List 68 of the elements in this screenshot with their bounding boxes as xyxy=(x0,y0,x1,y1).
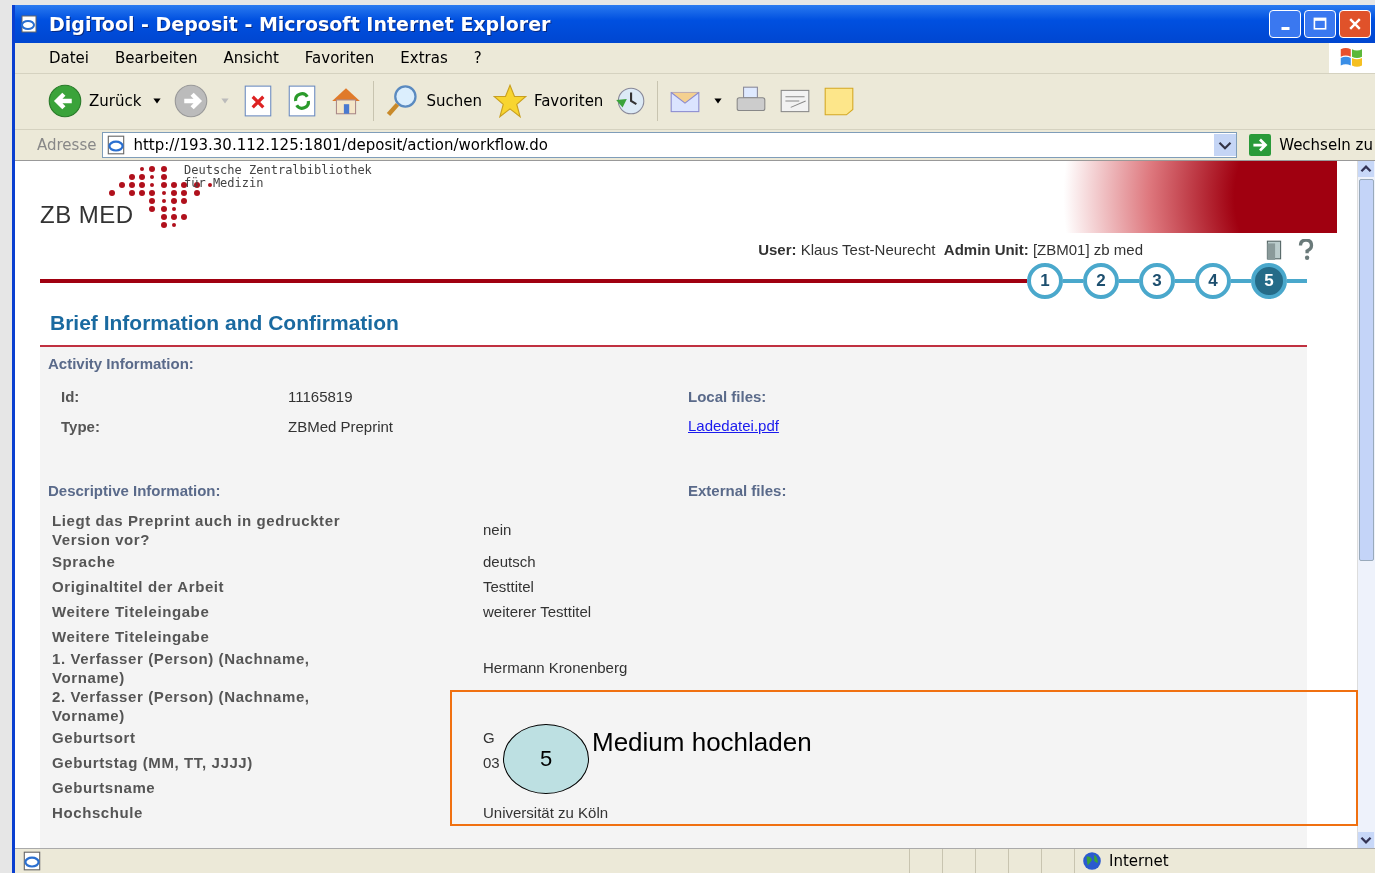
field-label: Type: xyxy=(61,418,101,436)
logo-caption: Deutsche Zentralbibliothek xyxy=(184,162,372,177)
field-label: Id: xyxy=(61,388,81,406)
search-button[interactable]: Suchen xyxy=(384,83,482,120)
address-label: Adresse xyxy=(37,135,97,154)
back-button[interactable]: Zurück xyxy=(47,83,142,120)
scroll-up-icon[interactable] xyxy=(1358,160,1374,177)
menu-item[interactable]: ? xyxy=(473,48,482,67)
step-indicator[interactable]: 4 xyxy=(1195,262,1231,299)
field-label: Geburtstag (MM, TT, JJJJ) xyxy=(52,752,254,772)
step-indicator[interactable]: 5 xyxy=(1251,262,1287,299)
globe-icon xyxy=(1081,850,1103,872)
logo-wordmark: ZB MED xyxy=(40,200,134,229)
field-label: Liegt das Preprint auch in gedruckter Version vor? xyxy=(52,510,342,549)
field-value: Hermann Kronenberg xyxy=(483,659,628,677)
step-indicator[interactable]: 1 xyxy=(1027,262,1063,299)
field-value: ZBMed Preprint xyxy=(288,418,394,436)
menu-item[interactable]: Bearbeiten xyxy=(115,48,198,67)
section-heading: Local files: xyxy=(688,387,768,405)
field-label: 2. Verfasser (Person) (Nachname, Vorname) xyxy=(52,686,311,725)
menu-item[interactable]: Favoriten xyxy=(304,48,375,67)
logo-caption: für Medizin xyxy=(184,175,264,190)
field-label: 1. Verfasser (Person) (Nachname, Vorname) xyxy=(52,648,311,687)
address-field[interactable]: http://193.30.112.125:1801/deposit/action/workflow.do xyxy=(102,131,1238,158)
annotation-text: Medium hochladen xyxy=(592,726,812,758)
field-value: nein xyxy=(483,521,512,539)
page-icon xyxy=(21,850,43,872)
file-link[interactable]: Ladedatei.pdf xyxy=(688,416,779,434)
field-label: Weitere Titeleingabe xyxy=(52,601,211,621)
field-label: Geburtsort xyxy=(52,727,137,747)
user-info: User: Klaus Test-Neurecht Admin Unit: [ZBM01] zb med xyxy=(758,241,1143,259)
browser-icon xyxy=(19,13,39,34)
windows-logo-icon xyxy=(1329,42,1375,73)
page-title: Brief Information and Confirmation xyxy=(50,310,400,336)
section-heading: Activity Information: xyxy=(48,354,195,372)
zone-label: Internet xyxy=(1109,852,1169,870)
maximize-icon xyxy=(1312,15,1328,32)
star-icon xyxy=(491,83,528,120)
field-value: weiterer Testtitel xyxy=(483,602,592,620)
close-button[interactable] xyxy=(1339,9,1371,38)
field-value: G xyxy=(483,728,495,746)
field-value: 11165819 xyxy=(288,388,353,406)
section-heading: Descriptive Information: xyxy=(48,481,222,499)
field-label: Weitere Titeleingabe xyxy=(52,626,211,646)
step-indicator[interactable]: 2 xyxy=(1083,262,1119,299)
scrollbar[interactable] xyxy=(1357,160,1375,848)
maximize-button[interactable] xyxy=(1304,9,1336,38)
dropdown-icon[interactable] xyxy=(1214,133,1237,156)
field-value: deutsch xyxy=(483,552,536,570)
menu-item[interactable]: Ansicht xyxy=(223,48,279,67)
section-heading: External files: xyxy=(688,481,787,499)
scroll-thumb[interactable] xyxy=(1359,178,1374,561)
go-button[interactable]: Wechseln zu xyxy=(1243,133,1375,156)
minimize-button[interactable] xyxy=(1269,9,1301,38)
step-indicator[interactable]: 3 xyxy=(1139,262,1175,299)
scroll-down-icon[interactable] xyxy=(1358,832,1374,848)
field-label: Originaltitel der Arbeit xyxy=(52,576,226,596)
window-title: DigiTool - Deposit - Microsoft Internet Explorer xyxy=(49,12,552,35)
field-label: Hochschule xyxy=(52,802,145,822)
field-label: Sprache xyxy=(52,551,117,571)
field-label: Geburtsname xyxy=(52,777,157,797)
field-value: Universität zu Köln xyxy=(483,803,609,821)
field-value: 03 xyxy=(483,753,500,771)
field-value: Testtitel xyxy=(483,577,534,595)
menu-item[interactable]: Extras xyxy=(400,48,448,67)
menu-item[interactable]: Datei xyxy=(49,48,90,67)
favorites-button[interactable]: Favoriten xyxy=(491,83,604,120)
minimize-icon xyxy=(1280,27,1290,31)
